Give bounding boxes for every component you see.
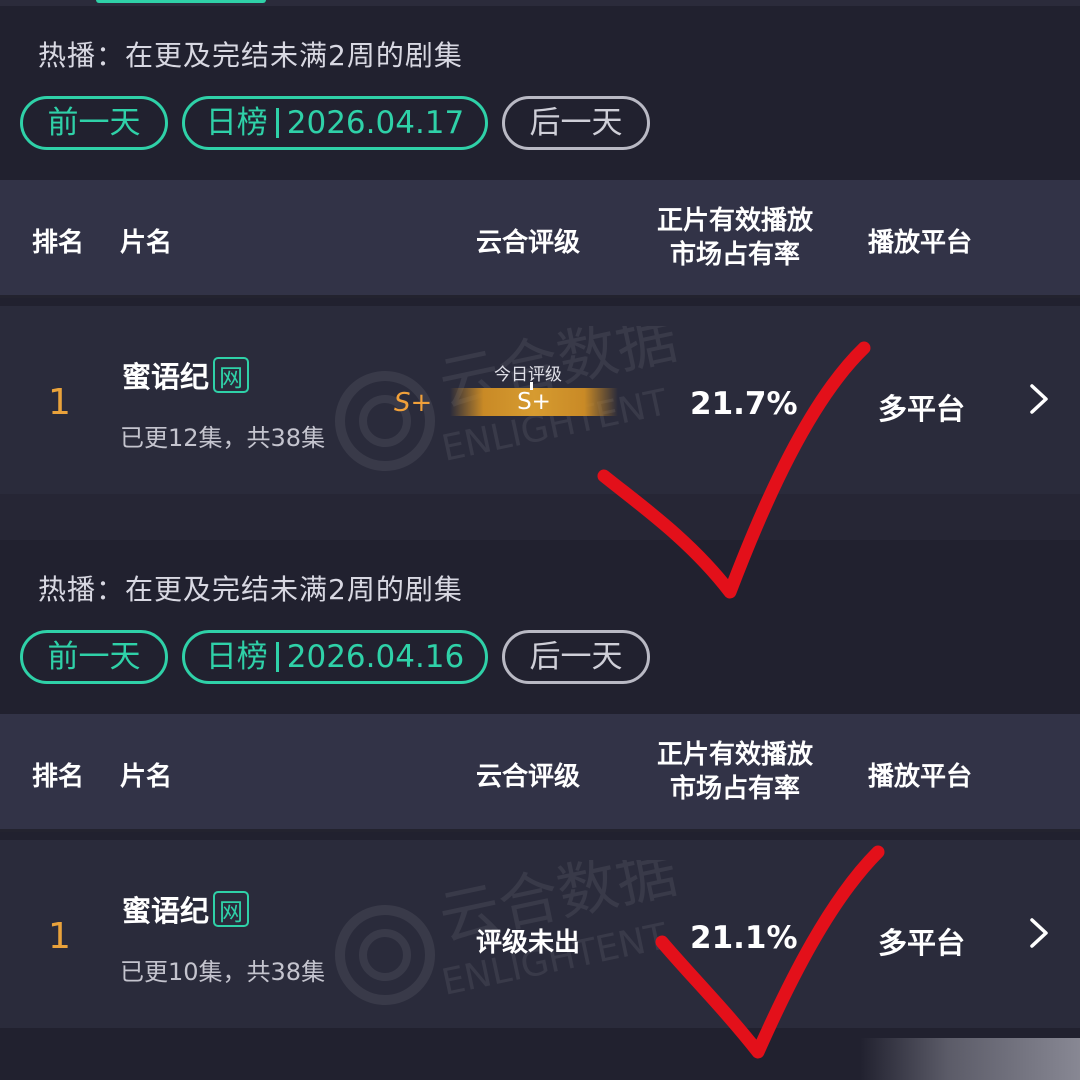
date-selector[interactable]: 日榜 2026.04.17 [182,96,488,150]
chevron-right-icon[interactable] [1028,916,1050,959]
header-platform: 播放平台 [868,762,973,792]
header-share: 正片有效播放 市场占有率 [648,738,822,806]
active-tab-indicator [96,0,266,3]
blurred-watermark-corner [860,1038,1080,1080]
grade-status: 评级未出 [476,928,581,958]
header-grade: 云合评级 [476,228,581,258]
header-grade: 云合评级 [476,762,581,792]
today-grade-bar: S+ [450,382,618,416]
date-selector[interactable]: 日榜 2026.04.16 [182,630,488,684]
table-header: 排名 片名 云合评级 正片有效播放 市场占有率 播放平台 [0,714,1080,832]
grade-bar-tick [530,382,533,390]
header-rank: 排名 [32,228,85,258]
date-label: 2026.04.17 [286,105,465,141]
table-row[interactable]: 云合数据 ENLIGHTENT 1 蜜语纪 网 已更12集，共38集 S+ 今日… [0,302,1080,494]
chevron-right-icon[interactable] [1028,382,1050,425]
rank-number: 1 [48,916,71,957]
header-name: 片名 [120,762,173,792]
market-share: 21.7% [690,386,798,422]
app-screen: 热播：在更及完结未满2周的剧集 前一天 日榜 2026.04.17 后一天 排名… [0,0,1080,1080]
header-share-line1: 正片有效播放 [656,740,813,770]
rank-number: 1 [48,382,71,423]
episode-count: 已更10集，共38集 [120,958,326,986]
episode-count: 已更12集，共38集 [120,424,326,452]
header-rank: 排名 [32,762,85,792]
platform: 多平台 [878,392,966,426]
separator [275,642,279,672]
today-grade-value: S+ [517,389,551,415]
today-grade-label: 今日评级 [494,365,562,385]
grade-value: S+ [394,388,433,418]
drama-title: 蜜语纪 网 [122,888,250,930]
section-title: 热播：在更及完结未满2周的剧集 [38,39,463,72]
next-day-button[interactable]: 后一天 [502,630,650,684]
header-platform: 播放平台 [868,228,973,258]
header-divider [0,829,1080,832]
section-title: 热播：在更及完结未满2周的剧集 [38,573,463,606]
drama-title: 蜜语纪 网 [122,354,250,396]
web-drama-badge: 网 [213,891,250,927]
section-gap [0,494,1080,540]
table-row[interactable]: 云合数据 ENLIGHTENT 1 蜜语纪 网 已更10集，共38集 评级未出 … [0,836,1080,1028]
prev-day-button[interactable]: 前一天 [20,630,168,684]
header-share-line2: 市场占有率 [669,240,800,270]
header-divider [0,295,1080,298]
drama-title-text: 蜜语纪 [122,894,210,928]
next-day-button[interactable]: 后一天 [502,96,650,150]
drama-title-text: 蜜语纪 [122,360,210,394]
header-share-line2: 市场占有率 [669,774,800,804]
market-share: 21.1% [690,920,798,956]
header-share: 正片有效播放 市场占有率 [648,204,822,272]
date-label: 2026.04.16 [286,639,465,675]
board-label: 日榜 [205,105,268,141]
header-name: 片名 [120,228,173,258]
board-label: 日榜 [205,639,268,675]
separator [275,108,279,138]
table-header: 排名 片名 云合评级 正片有效播放 市场占有率 播放平台 [0,180,1080,298]
platform: 多平台 [878,926,966,960]
header-share-line1: 正片有效播放 [656,206,813,236]
web-drama-badge: 网 [213,357,250,393]
prev-day-button[interactable]: 前一天 [20,96,168,150]
